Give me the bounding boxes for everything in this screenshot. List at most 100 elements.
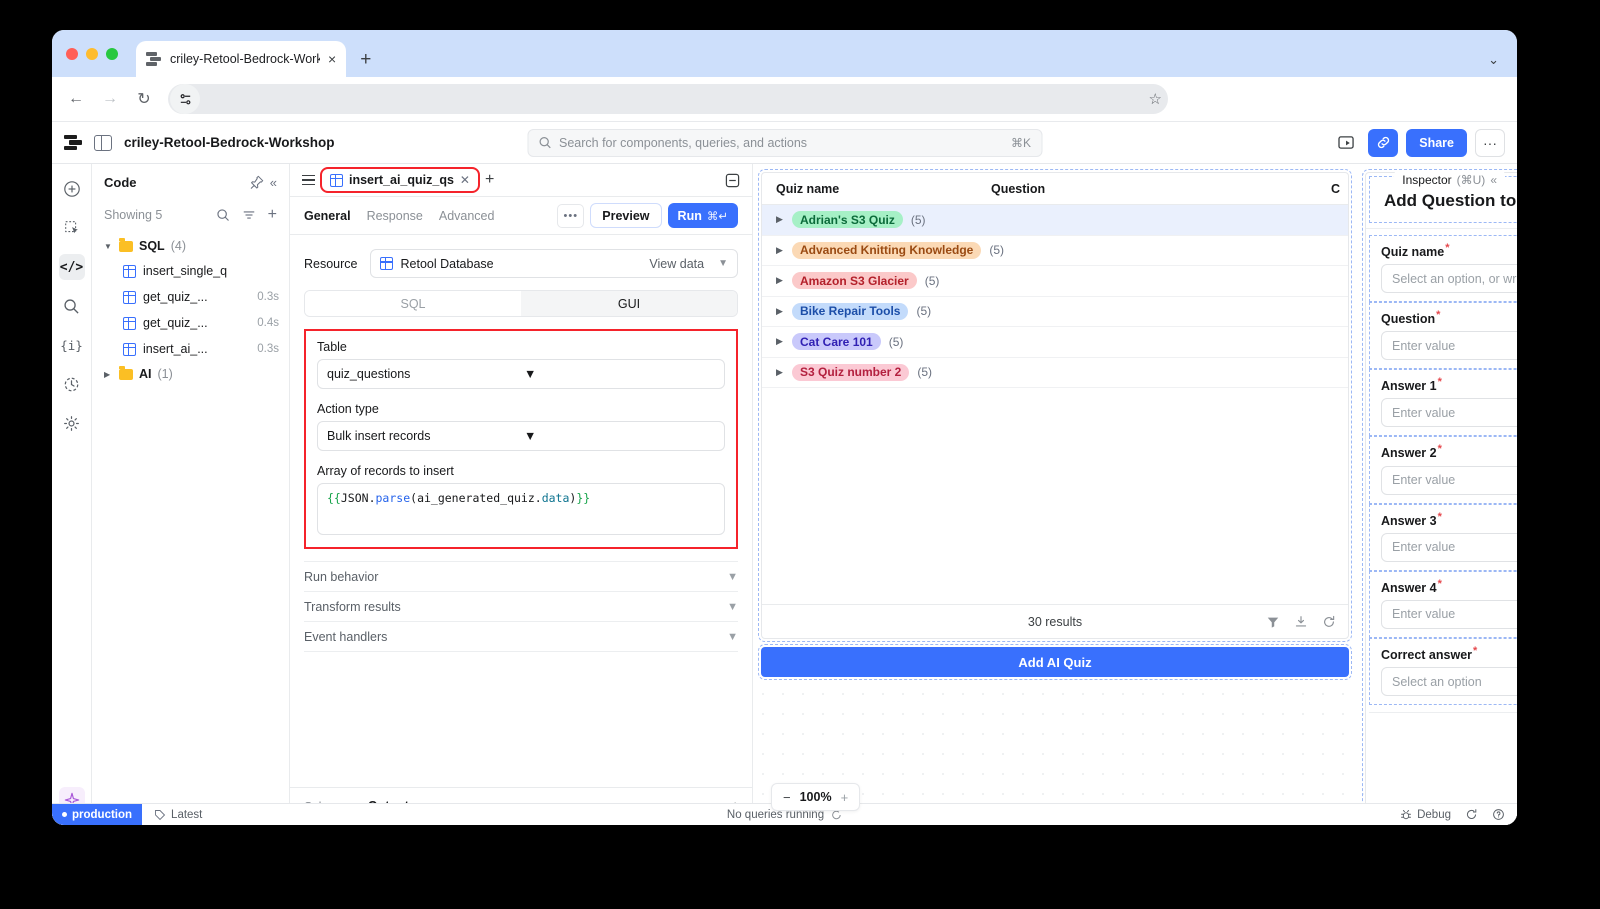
- query-more-button[interactable]: •••: [557, 203, 585, 228]
- column-header-c[interactable]: C: [1331, 182, 1340, 196]
- view-data-link[interactable]: View data: [649, 257, 704, 271]
- global-search-input[interactable]: Search for components, queries, and acti…: [527, 128, 1042, 157]
- answer-1-input[interactable]: Enter value: [1381, 398, 1517, 428]
- forward-icon[interactable]: →: [100, 90, 120, 108]
- query-item[interactable]: get_quiz_... 0.3s: [92, 284, 289, 310]
- table-row[interactable]: ▶ S3 Quiz number 2 (5): [762, 358, 1348, 388]
- table-row[interactable]: ▶ Bike Repair Tools (5): [762, 297, 1348, 327]
- table-select[interactable]: quiz_questions ▼: [317, 359, 725, 389]
- bookmark-star-icon[interactable]: ☆: [1149, 90, 1168, 108]
- filter-icon[interactable]: [1266, 615, 1280, 629]
- zoom-out-button[interactable]: −: [783, 790, 791, 805]
- settings-gear-icon[interactable]: [59, 410, 85, 436]
- version-indicator[interactable]: Latest: [154, 809, 202, 821]
- query-tab-insert-ai-quiz-qs[interactable]: insert_ai_quiz_qs ✕: [320, 167, 480, 193]
- code-panel-icon[interactable]: </>: [58, 254, 85, 280]
- retool-logo-icon[interactable]: [64, 134, 82, 151]
- table-row[interactable]: ▶ Cat Care 101 (5): [762, 327, 1348, 358]
- zoom-in-button[interactable]: +: [841, 790, 849, 805]
- accordion-transform-results[interactable]: Transform results ▼: [304, 592, 738, 622]
- search-queries-icon[interactable]: [216, 208, 230, 222]
- row-count: (5): [888, 334, 904, 349]
- mode-sql-option[interactable]: SQL: [305, 291, 521, 316]
- table-row[interactable]: ▶ Advanced Knitting Knowledge (5): [762, 236, 1348, 266]
- history-small-icon[interactable]: [1465, 808, 1478, 821]
- expand-row-icon[interactable]: ▶: [776, 336, 784, 347]
- table-row[interactable]: ▶ Adrian's S3 Quiz (5): [762, 205, 1348, 236]
- query-item[interactable]: insert_ai_... 0.3s: [92, 336, 289, 362]
- table-row[interactable]: ▶ Amazon S3 Glacier (5): [762, 266, 1348, 297]
- tab-advanced[interactable]: Advanced: [439, 209, 495, 223]
- mode-gui-option[interactable]: GUI: [521, 291, 737, 316]
- add-ai-quiz-button[interactable]: Add AI Quiz: [758, 644, 1352, 680]
- code-token: JSON: [340, 491, 369, 505]
- expand-row-icon[interactable]: ▶: [776, 275, 784, 286]
- resource-select[interactable]: Retool Database View data ▼: [369, 249, 738, 278]
- correct-answer-select[interactable]: Select an option: [1381, 667, 1517, 697]
- status-bar-right: Debug: [1400, 808, 1517, 821]
- preview-button[interactable]: Preview: [590, 203, 662, 228]
- tab-general[interactable]: General: [304, 209, 351, 223]
- more-options-button[interactable]: ···: [1475, 128, 1505, 157]
- close-window-button[interactable]: [66, 47, 78, 60]
- array-records-code-input[interactable]: {{JSON.parse(ai_generated_quiz.data)}}: [317, 483, 725, 535]
- accordion-run-behavior[interactable]: Run behavior ▼: [304, 562, 738, 592]
- close-query-tab-icon[interactable]: ✕: [460, 173, 470, 187]
- toggle-panels-icon[interactable]: [94, 134, 112, 151]
- select-component-icon[interactable]: [59, 215, 85, 241]
- quiz-name-select[interactable]: Select an option, or write: [1381, 264, 1517, 294]
- maximize-window-button[interactable]: [106, 47, 118, 60]
- copy-link-button[interactable]: [1368, 128, 1399, 157]
- answer-2-input[interactable]: Enter value: [1381, 465, 1517, 495]
- new-tab-button[interactable]: +: [360, 50, 371, 69]
- state-inspector-icon[interactable]: {i}: [59, 332, 85, 358]
- download-icon[interactable]: [1294, 615, 1308, 629]
- query-item[interactable]: get_quiz_... 0.4s: [92, 310, 289, 336]
- query-config: Resource Retool Database View data ▼ SQL…: [290, 235, 752, 666]
- close-tab-icon[interactable]: ×: [328, 52, 336, 66]
- expand-row-icon[interactable]: ▶: [776, 367, 784, 378]
- search-panel-icon[interactable]: [59, 293, 85, 319]
- add-component-icon[interactable]: [59, 176, 85, 202]
- help-icon[interactable]: [1492, 808, 1505, 821]
- minimize-editor-icon[interactable]: [725, 173, 740, 188]
- expand-row-icon[interactable]: ▶: [776, 245, 784, 256]
- tab-response[interactable]: Response: [367, 209, 423, 223]
- question-input[interactable]: Enter value: [1381, 331, 1517, 361]
- inspector-collapse-icon[interactable]: «: [1490, 173, 1497, 187]
- reload-icon[interactable]: ↻: [134, 89, 154, 109]
- refresh-icon[interactable]: [1322, 615, 1336, 629]
- tree-folder-ai[interactable]: ▶ AI (1): [92, 362, 289, 386]
- back-icon[interactable]: ←: [66, 90, 86, 108]
- share-button[interactable]: Share: [1406, 128, 1467, 157]
- query-item[interactable]: insert_single_q: [92, 258, 289, 284]
- quiz-table[interactable]: Quiz name Question C ▶ Adrian's S3 Quiz …: [758, 169, 1352, 642]
- column-header-quiz-name[interactable]: Quiz name: [776, 182, 991, 196]
- pin-icon[interactable]: [250, 175, 264, 189]
- inspector-toggle[interactable]: Inspector (⌘U) «: [1394, 170, 1505, 190]
- environment-badge[interactable]: production: [52, 803, 143, 825]
- answer-4-input[interactable]: Enter value: [1381, 599, 1517, 629]
- tab-list-chevron-icon[interactable]: ⌄: [1488, 52, 1499, 68]
- site-settings-icon[interactable]: [170, 84, 200, 114]
- debug-button[interactable]: Debug: [1400, 809, 1451, 821]
- expand-row-icon[interactable]: ▶: [776, 306, 784, 317]
- expand-row-icon[interactable]: ▶: [776, 214, 784, 225]
- run-button[interactable]: Run ⌘↵: [667, 203, 738, 228]
- action-type-select[interactable]: Bulk insert records ▼: [317, 421, 725, 451]
- accordion-event-handlers[interactable]: Event handlers ▼: [304, 622, 738, 652]
- present-app-icon[interactable]: [1332, 129, 1360, 157]
- column-header-question[interactable]: Question: [991, 182, 1348, 196]
- url-input[interactable]: ☆: [168, 84, 1168, 114]
- collapse-panel-icon[interactable]: «: [270, 175, 277, 190]
- add-query-tab-icon[interactable]: +: [485, 172, 494, 188]
- history-icon[interactable]: [59, 371, 85, 397]
- browser-tab[interactable]: criley-Retool-Bedrock-Works ×: [136, 41, 347, 77]
- minimize-window-button[interactable]: [86, 47, 98, 60]
- add-query-icon[interactable]: +: [268, 207, 277, 223]
- add-question-form[interactable]: Add Question to Q Quiz name* Select an o…: [1362, 169, 1517, 820]
- tree-folder-sql[interactable]: ▼ SQL (4): [92, 234, 289, 258]
- filter-queries-icon[interactable]: [242, 208, 256, 222]
- query-list-menu-icon[interactable]: [302, 174, 315, 186]
- answer-3-input[interactable]: Enter value: [1381, 532, 1517, 562]
